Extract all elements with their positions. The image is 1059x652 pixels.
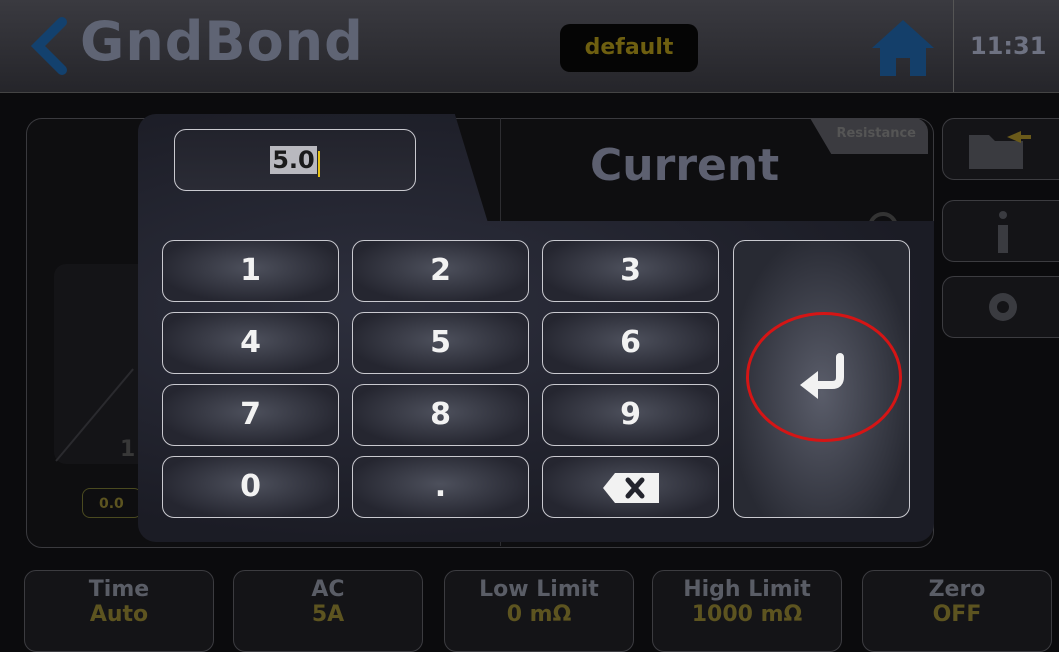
backspace-icon: [602, 472, 659, 503]
key-9[interactable]: 9: [542, 384, 719, 446]
low-limit-tile[interactable]: Low Limit 0 mΩ: [444, 570, 634, 652]
high-limit-label: High Limit: [683, 577, 811, 602]
home-icon[interactable]: [870, 18, 936, 78]
zero-label: Zero: [928, 577, 986, 602]
high-limit-value: 1000 mΩ: [691, 602, 803, 627]
key-3[interactable]: 3: [542, 240, 719, 302]
top-bar: GndBond default 11:31: [0, 0, 1059, 93]
back-icon[interactable]: [28, 16, 72, 76]
low-limit-label: Low Limit: [479, 577, 599, 602]
graph-value-badge: 0.0: [82, 488, 142, 518]
key-8[interactable]: 8: [352, 384, 529, 446]
graph-tick-label: 1: [120, 437, 136, 462]
time-label: Time: [88, 577, 150, 602]
zero-tile[interactable]: Zero OFF: [862, 570, 1052, 652]
key-0[interactable]: 0: [162, 456, 339, 518]
key-5[interactable]: 5: [352, 312, 529, 374]
enter-key[interactable]: [733, 240, 910, 518]
settings-button[interactable]: [942, 276, 1059, 338]
gear-icon: [989, 293, 1017, 321]
profile-badge[interactable]: default: [560, 24, 698, 72]
app-title: GndBond: [80, 10, 364, 73]
info-icon: [998, 211, 1008, 253]
open-folder-button[interactable]: [942, 118, 1059, 180]
key-decimal[interactable]: .: [352, 456, 529, 518]
enter-icon: [800, 353, 844, 399]
parameter-title: Current: [590, 140, 780, 191]
key-6[interactable]: 6: [542, 312, 719, 374]
folder-icon: [969, 131, 1031, 169]
backspace-key[interactable]: [542, 456, 719, 518]
clock: 11:31: [953, 0, 1059, 92]
text-caret: [317, 150, 320, 177]
value-text: 5.0: [270, 146, 317, 174]
time-value: Auto: [89, 602, 149, 627]
high-limit-tile[interactable]: High Limit 1000 mΩ: [652, 570, 842, 652]
key-1[interactable]: 1: [162, 240, 339, 302]
ac-label: AC: [311, 577, 345, 602]
value-input[interactable]: 5.0: [174, 129, 416, 191]
ac-tile[interactable]: AC 5A: [233, 570, 423, 652]
key-7[interactable]: 7: [162, 384, 339, 446]
key-4[interactable]: 4: [162, 312, 339, 374]
ac-value: 5A: [311, 602, 345, 627]
info-button[interactable]: [942, 200, 1059, 262]
low-limit-value: 0 mΩ: [506, 602, 572, 627]
key-2[interactable]: 2: [352, 240, 529, 302]
time-tile[interactable]: Time Auto: [24, 570, 214, 652]
zero-value: OFF: [932, 602, 982, 627]
